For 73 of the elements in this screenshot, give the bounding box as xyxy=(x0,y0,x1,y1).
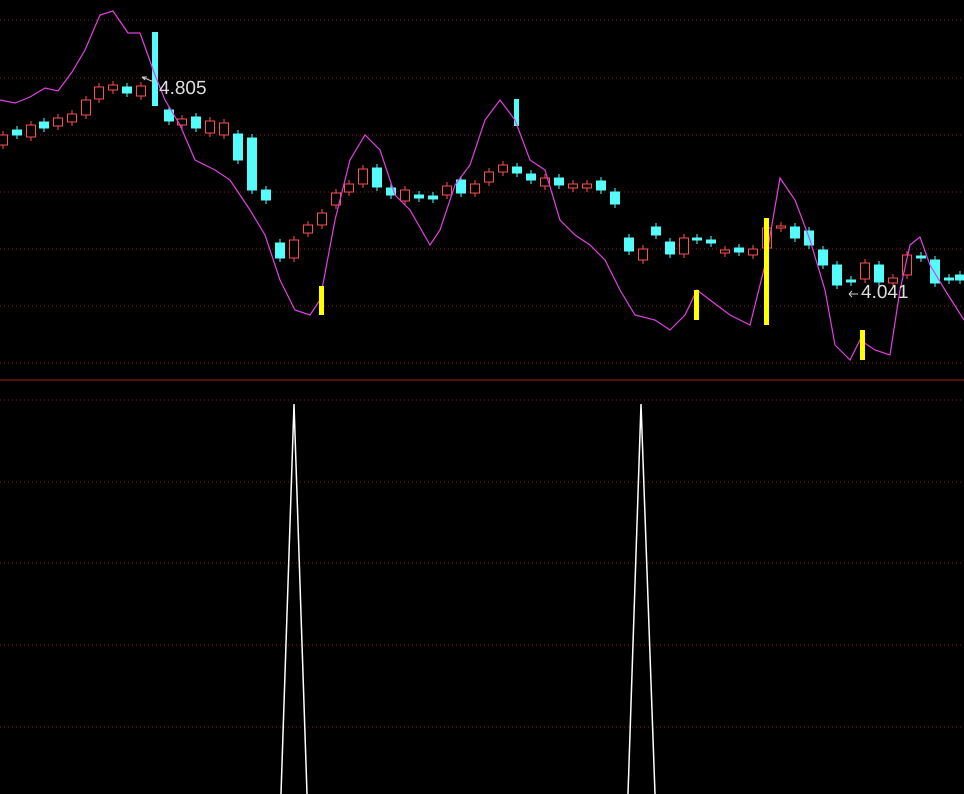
candlestick xyxy=(568,180,578,192)
signal-bar xyxy=(319,286,324,315)
candlestick xyxy=(484,168,494,186)
candlestick xyxy=(233,130,243,164)
signal-bar xyxy=(860,330,865,360)
candlestick xyxy=(428,192,438,204)
candlestick xyxy=(414,190,424,202)
candlestick xyxy=(67,110,77,126)
candlestick xyxy=(955,270,964,284)
candlestick xyxy=(317,208,327,230)
candlestick xyxy=(358,164,368,188)
candlestick xyxy=(108,80,118,94)
candlestick xyxy=(720,246,730,258)
candlestick xyxy=(386,184,396,200)
candlestick xyxy=(818,246,828,270)
candlestick xyxy=(400,186,410,206)
candlestick xyxy=(679,234,689,258)
candlestick xyxy=(540,174,550,190)
candlestick xyxy=(776,222,786,232)
candlestick xyxy=(442,182,452,200)
candlestick xyxy=(610,188,620,208)
candlestick xyxy=(526,170,536,184)
candlestick xyxy=(930,256,940,288)
candlestick xyxy=(470,180,480,198)
candlestick xyxy=(456,176,466,198)
candlestick xyxy=(289,236,299,262)
candlestick xyxy=(26,120,36,142)
candlestick xyxy=(331,188,341,210)
candlestick xyxy=(651,222,661,240)
candlestick xyxy=(804,226,814,250)
candlestick xyxy=(692,234,702,244)
candlestick xyxy=(874,260,884,286)
candlestick xyxy=(303,220,313,238)
candlestick xyxy=(344,180,354,196)
arrow-icon xyxy=(142,76,154,82)
candlestick xyxy=(846,276,856,286)
candlestick xyxy=(191,112,201,132)
candlestick xyxy=(247,134,257,194)
candlestick xyxy=(219,118,229,140)
candlestick xyxy=(136,82,146,100)
candlestick xyxy=(177,114,187,130)
signal-bar xyxy=(514,99,519,126)
candlestick xyxy=(372,164,382,192)
candlestick xyxy=(790,222,800,242)
signal-bar xyxy=(694,290,699,320)
candlestick xyxy=(638,244,648,264)
price-label: 4.805 xyxy=(159,78,207,99)
candlestick xyxy=(94,82,104,104)
candlestick xyxy=(498,160,508,176)
candlestick xyxy=(164,106,174,126)
candlestick xyxy=(81,96,91,120)
candlestick xyxy=(748,244,758,260)
candlestick xyxy=(512,162,522,178)
arrow-icon xyxy=(848,290,858,298)
candlestick xyxy=(275,238,285,262)
candlestick xyxy=(832,260,842,290)
candlestick xyxy=(12,126,22,140)
candlestick xyxy=(665,238,675,258)
candlestick xyxy=(53,114,63,130)
candlestick xyxy=(261,186,271,204)
candlestick xyxy=(596,176,606,194)
candlestick xyxy=(706,236,716,248)
candlestick xyxy=(916,252,926,262)
candlestick xyxy=(39,118,49,132)
candlestick xyxy=(624,234,634,256)
candlestick xyxy=(554,174,564,190)
candlestick xyxy=(205,116,215,138)
candlestick xyxy=(582,180,592,192)
candlestick xyxy=(902,250,912,280)
candlestick xyxy=(860,258,870,284)
candlestick xyxy=(122,82,132,98)
candlestick xyxy=(734,244,744,256)
candlestick xyxy=(944,274,954,284)
